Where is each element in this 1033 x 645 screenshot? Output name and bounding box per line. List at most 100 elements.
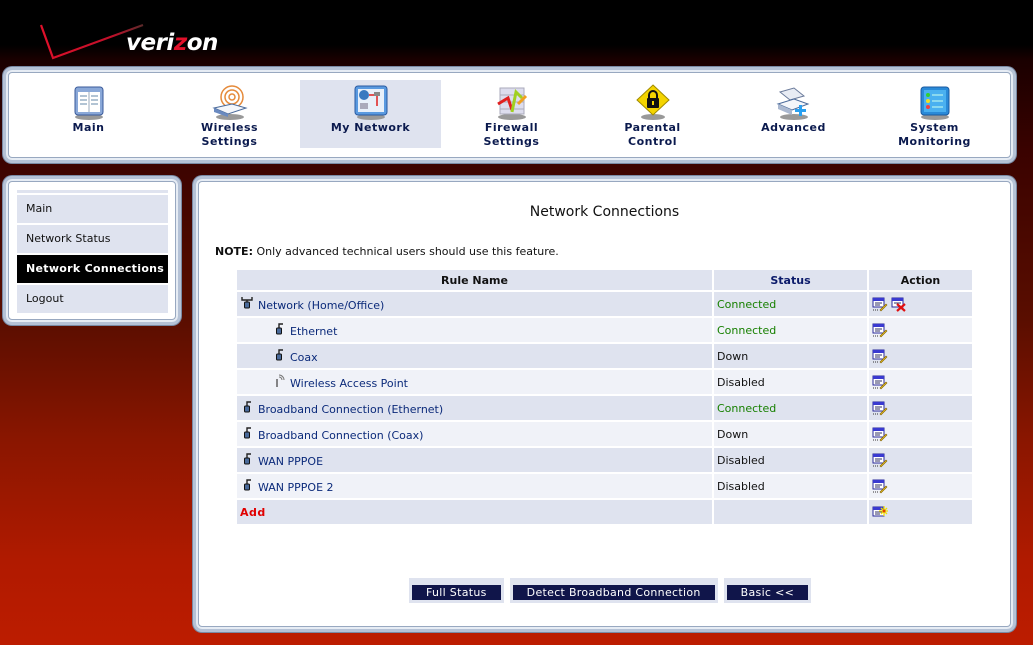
rule-name-link[interactable]: Broadband Connection (Coax) (258, 429, 423, 442)
ethernet-icon (240, 478, 254, 492)
ethernet-icon (240, 452, 254, 466)
status-cell: Disabled (712, 472, 869, 500)
nav-label: Wireless (200, 121, 259, 134)
rule-name-cell: Network (Home/Office) (235, 290, 714, 318)
ethernet-icon (272, 322, 286, 336)
top-nav: Main Wireless Settings My Network Firewa… (3, 67, 1016, 163)
nav-label: Monitoring (898, 135, 971, 148)
network-icon (354, 85, 387, 120)
rule-name-link[interactable]: Coax (290, 351, 318, 364)
firewall-icon (496, 87, 527, 120)
rule-name-link[interactable]: Ethernet (290, 325, 337, 338)
ethernet-icon (240, 426, 254, 440)
status-cell: Disabled (712, 368, 869, 396)
action-cell (867, 342, 974, 370)
rule-name-link[interactable]: Broadband Connection (Ethernet) (258, 403, 443, 416)
basic-button[interactable]: Basic << (726, 585, 809, 600)
rule-name-cell: Coax (235, 342, 714, 370)
action-cell (867, 472, 974, 500)
sidebar-divider (17, 190, 168, 193)
action-cell (867, 446, 974, 474)
sidebar: Main Network Status Network Connections … (3, 176, 181, 325)
main-icon (74, 86, 103, 120)
rule-name-cell: WAN PPPOE 2 (235, 472, 714, 500)
table-row: WAN PPPOE 2 Disabled (235, 472, 974, 500)
rule-name-link[interactable]: WAN PPPOE (258, 455, 323, 468)
nav-label: System (910, 121, 959, 134)
nav-label: Control (628, 135, 677, 148)
nav-system-monitoring[interactable]: System Monitoring (864, 80, 1005, 148)
status-cell: Connected (712, 290, 869, 318)
nav-main[interactable]: Main (18, 80, 159, 148)
status-cell: Down (712, 342, 869, 370)
wireless-ap-icon (272, 374, 286, 388)
page-title: Network Connections (529, 204, 680, 220)
note-label: NOTE: (215, 245, 253, 258)
status-cell: Down (712, 420, 869, 448)
edit-icon[interactable] (872, 426, 888, 442)
main-panel: Network Connections NOTE: Only advanced … (193, 176, 1016, 632)
edit-icon[interactable] (872, 452, 888, 468)
action-cell (867, 316, 974, 344)
header-action: Action (867, 268, 974, 292)
header-rule-name: Rule Name (235, 268, 714, 292)
rule-name-cell: Broadband Connection (Coax) (235, 420, 714, 448)
nav-label: Settings (483, 135, 540, 148)
status-cell: Connected (712, 316, 869, 344)
note-text: NOTE: Only advanced technical users shou… (215, 245, 559, 258)
action-cell (867, 368, 974, 396)
empty-status-cell (712, 498, 869, 526)
rule-name-link[interactable]: WAN PPPOE 2 (258, 481, 334, 494)
nav-advanced[interactable]: Advanced (723, 80, 864, 148)
rule-name-cell: Ethernet (235, 316, 714, 344)
verizon-logo: verizon (126, 30, 218, 56)
sidebar-item-network-status[interactable]: Network Status (17, 225, 168, 253)
rule-name-cell: Broadband Connection (Ethernet) (235, 394, 714, 422)
edit-icon[interactable] (872, 322, 888, 338)
rule-name-cell: WAN PPPOE (235, 446, 714, 474)
wireless-icon (211, 85, 248, 120)
table-row: Network (Home/Office) Connected (235, 290, 974, 318)
action-cell (867, 394, 974, 422)
add-action-cell (867, 498, 974, 526)
edit-icon[interactable] (872, 478, 888, 494)
bridge-icon (240, 296, 254, 310)
add-icon[interactable] (872, 504, 888, 520)
table-row: Ethernet Connected (235, 316, 974, 344)
sidebar-item-main[interactable]: Main (17, 195, 168, 223)
edit-icon[interactable] (872, 400, 888, 416)
detect-broadband-button[interactable]: Detect Broadband Connection (512, 585, 715, 600)
note-body: Only advanced technical users should use… (252, 245, 559, 258)
edit-icon[interactable] (872, 348, 888, 364)
add-link[interactable]: Add (240, 506, 266, 519)
edit-icon[interactable] (872, 374, 888, 390)
advanced-icon (776, 87, 809, 120)
nav-label: Main (72, 121, 105, 134)
monitoring-icon (920, 86, 949, 120)
table-row: WAN PPPOE Disabled (235, 446, 974, 474)
rule-name-link[interactable]: Network (Home/Office) (258, 299, 384, 312)
nav-label: Settings (201, 135, 258, 148)
nav-parental-control[interactable]: Parental Control (582, 80, 723, 148)
nav-firewall-settings[interactable]: Firewall Settings (441, 80, 582, 148)
ethernet-icon (272, 348, 286, 362)
rule-name-link[interactable]: Wireless Access Point (290, 377, 408, 390)
add-cell: Add (235, 498, 714, 526)
sidebar-item-logout[interactable]: Logout (17, 285, 168, 313)
button-bar: Full Status Detect Broadband Connection … (409, 578, 812, 603)
nav-label: Parental (624, 121, 681, 134)
table-row: Coax Down (235, 342, 974, 370)
sidebar-item-network-connections[interactable]: Network Connections (17, 255, 168, 283)
nav-my-network[interactable]: My Network (300, 80, 441, 148)
status-cell: Connected (712, 394, 869, 422)
table-row: Broadband Connection (Coax) Down (235, 420, 974, 448)
ethernet-icon (240, 400, 254, 414)
rule-name-cell: Wireless Access Point (235, 368, 714, 396)
header-status: Status (712, 268, 869, 292)
edit-icon[interactable] (872, 296, 888, 312)
delete-icon[interactable] (891, 296, 907, 312)
full-status-button[interactable]: Full Status (412, 585, 501, 600)
connections-table: Rule Name Status Action Network (Home/Of… (235, 268, 974, 526)
table-row: Wireless Access Point Disabled (235, 368, 974, 396)
nav-wireless-settings[interactable]: Wireless Settings (159, 80, 300, 148)
